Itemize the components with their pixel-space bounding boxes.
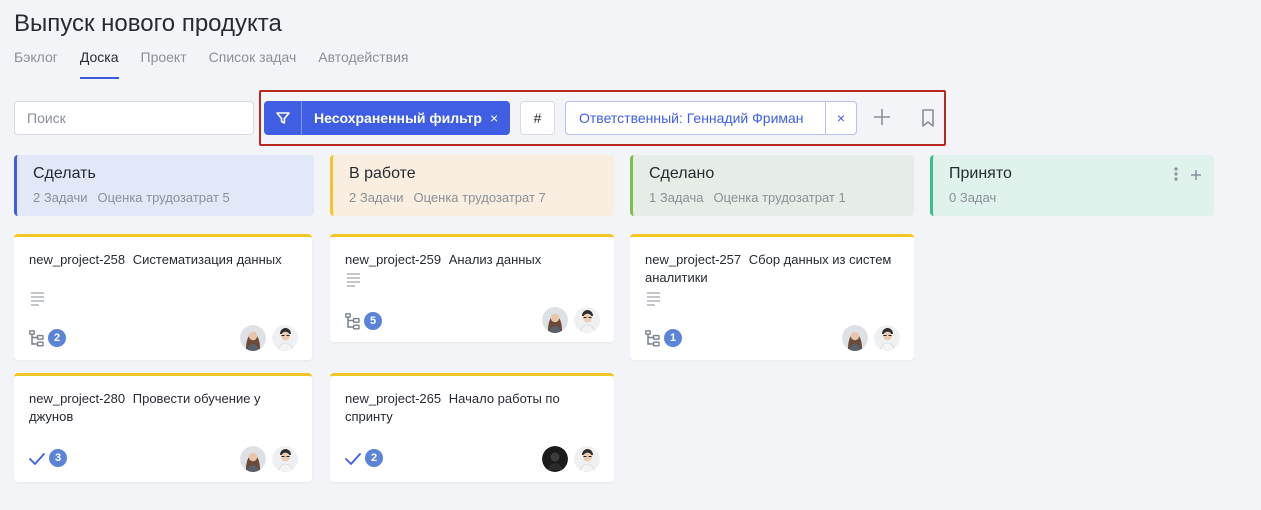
- tab-project[interactable]: Проект: [141, 49, 187, 79]
- avatar[interactable]: [574, 307, 600, 333]
- column-header-todo: Сделать 2 Задачи Оценка трудозатрат 5: [14, 155, 314, 216]
- column-header-done: Сделано 1 Задача Оценка трудозатрат 1: [630, 155, 914, 216]
- tab-bar: Бэклог Доска Проект Список задач Автодей…: [14, 49, 430, 79]
- avatar[interactable]: [542, 446, 568, 472]
- column-count: 1 Задача: [649, 190, 704, 205]
- column-count: 2 Задачи: [349, 190, 404, 205]
- tab-board[interactable]: Доска: [79, 49, 119, 79]
- unsaved-filter-button[interactable]: Несохраненный фильтр ×: [264, 101, 510, 135]
- avatar[interactable]: [240, 446, 266, 472]
- column-estimate: Оценка трудозатрат 5: [97, 190, 230, 205]
- add-task-plus-icon[interactable]: [1190, 168, 1202, 186]
- column-estimate: Оценка трудозатрат 7: [413, 190, 546, 205]
- column-count: 2 Задачи: [33, 190, 88, 205]
- search-input[interactable]: [14, 101, 254, 135]
- task-key[interactable]: new_project-258: [29, 252, 125, 267]
- check-icon: [29, 453, 45, 465]
- avatar[interactable]: [272, 446, 298, 472]
- avatar[interactable]: [842, 325, 868, 351]
- bookmark-icon[interactable]: [919, 108, 937, 128]
- tab-automations[interactable]: Автодействия: [318, 49, 408, 79]
- task-key[interactable]: new_project-259: [345, 252, 441, 267]
- subtask-count-badge: 5: [364, 312, 382, 330]
- task-card[interactable]: new_project-259 Анализ данных 5: [330, 234, 614, 342]
- assignee-filter-label: Ответственный: Геннадий Фриман: [579, 110, 804, 126]
- subtask-count-badge: 2: [48, 329, 66, 347]
- page-title: Выпуск нового продукта: [14, 10, 282, 37]
- tab-backlog[interactable]: Бэклог: [14, 49, 58, 79]
- column-header-accepted: Принято 0 Задач: [930, 155, 1214, 216]
- column-title: Сделано: [649, 165, 715, 182]
- task-title: Анализ данных: [448, 252, 542, 267]
- task-key[interactable]: new_project-265: [345, 391, 441, 406]
- assignee-filter-chip[interactable]: Ответственный: Геннадий Фриман ×: [565, 101, 857, 135]
- assignee-filter-remove-icon[interactable]: ×: [825, 102, 856, 134]
- subtasks-icon: [645, 329, 660, 347]
- check-icon: [345, 453, 361, 465]
- task-card[interactable]: new_project-265 Начало работы по спринту…: [330, 373, 614, 482]
- column-title: В работе: [349, 165, 416, 182]
- plus-icon[interactable]: [871, 106, 893, 128]
- column-estimate: Оценка трудозатрат 1: [713, 190, 846, 205]
- subtasks-icon: [29, 329, 44, 347]
- description-icon: [31, 292, 45, 306]
- task-card[interactable]: new_project-258 Систематизация данных 2: [14, 234, 312, 360]
- avatar[interactable]: [272, 325, 298, 351]
- avatar[interactable]: [874, 325, 900, 351]
- checklist-count-badge: 3: [49, 449, 67, 467]
- filter-clear-icon[interactable]: ×: [490, 110, 498, 126]
- column-count: 0 Задач: [949, 190, 997, 205]
- task-card[interactable]: new_project-257 Сбор данных из систем ан…: [630, 234, 914, 360]
- task-key[interactable]: new_project-257: [645, 252, 741, 267]
- more-vertical-icon[interactable]: [1174, 167, 1178, 186]
- description-icon: [647, 292, 661, 306]
- tab-task-list[interactable]: Список задач: [209, 49, 297, 79]
- subtask-count-badge: 1: [664, 329, 682, 347]
- task-card[interactable]: new_project-280 Провести обучение у джун…: [14, 373, 312, 482]
- avatar[interactable]: [574, 446, 600, 472]
- checklist-count-badge: 2: [365, 449, 383, 467]
- column-header-in-progress: В работе 2 Задачи Оценка трудозатрат 7: [330, 155, 614, 216]
- avatar[interactable]: [240, 325, 266, 351]
- funnel-icon: [264, 101, 302, 135]
- subtasks-icon: [345, 312, 360, 330]
- description-icon: [347, 273, 361, 287]
- filter-label: Несохраненный фильтр: [314, 110, 482, 126]
- hash-button[interactable]: #: [520, 101, 555, 135]
- task-title: Систематизация данных: [132, 252, 282, 267]
- column-title: Сделать: [33, 165, 96, 182]
- avatar[interactable]: [542, 307, 568, 333]
- task-key[interactable]: new_project-280: [29, 391, 125, 406]
